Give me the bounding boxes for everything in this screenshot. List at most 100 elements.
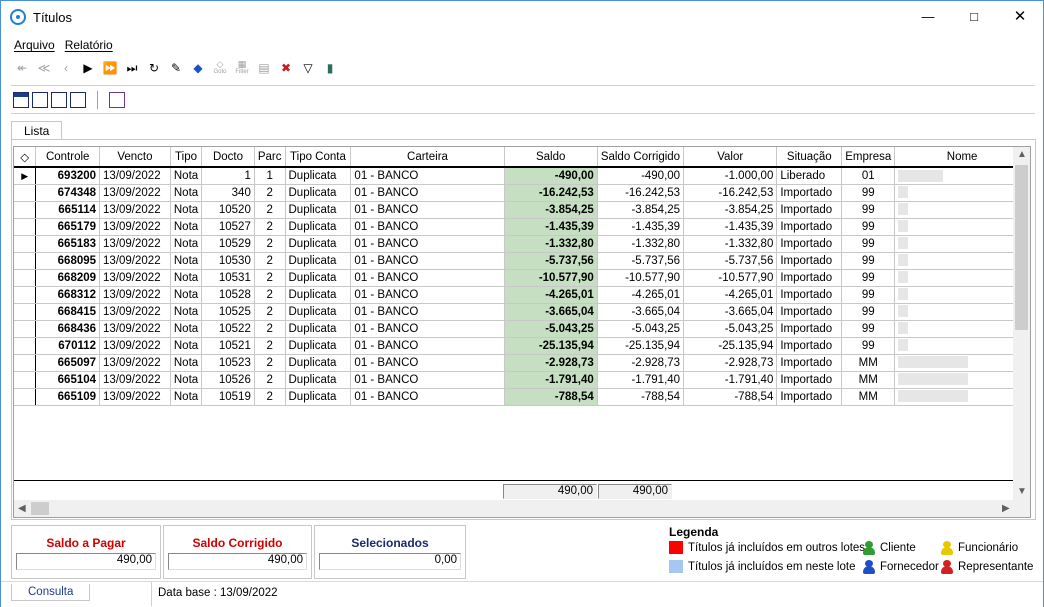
- next-record-icon[interactable]: ▶: [79, 59, 97, 77]
- select-all-icon[interactable]: [13, 92, 29, 108]
- row-indicator[interactable]: [14, 320, 37, 338]
- header-tipo[interactable]: Tipo: [170, 147, 203, 168]
- bookmark-icon[interactable]: ◆: [189, 59, 207, 77]
- row-indicator[interactable]: [14, 184, 37, 202]
- cell-tipo-conta: Duplicata: [285, 235, 352, 253]
- selecionados-panel: Selecionados 0,00: [314, 525, 466, 579]
- table-row[interactable]: 674348 13/09/2022 Nota 340 2 Duplicata 01 - BA…: [14, 184, 1030, 202]
- cell-saldo-corrigido: -4.265,01: [597, 286, 685, 304]
- minimize-button[interactable]: —: [905, 1, 951, 31]
- cell-tipo: Nota: [170, 371, 203, 389]
- copy-pages-icon[interactable]: [109, 92, 125, 108]
- scroll-left-icon[interactable]: ◀: [18, 503, 26, 514]
- edit-form-icon[interactable]: ✎: [167, 59, 185, 77]
- table-row[interactable]: ▶ 693200 13/09/2022 Nota 1 1 Duplicata 01 - BAN…: [14, 167, 1030, 185]
- scroll-right-icon[interactable]: ▶: [1002, 503, 1010, 514]
- header-carteira[interactable]: Carteira: [350, 147, 505, 168]
- row-indicator[interactable]: [14, 371, 37, 389]
- table-row[interactable]: 668436 13/09/2022 Nota 10522 2 Duplicata 01 - …: [14, 320, 1030, 338]
- check-list-icon[interactable]: [32, 92, 48, 108]
- row-indicator[interactable]: ▶: [14, 167, 37, 185]
- header-empresa[interactable]: Empresa: [841, 147, 896, 168]
- vertical-scroll-thumb[interactable]: [1015, 165, 1028, 330]
- cell-docto: 10530: [201, 252, 255, 270]
- header-parc[interactable]: Parc: [254, 147, 286, 168]
- goto-icon[interactable]: ◇ Goto: [211, 59, 229, 77]
- first-record-icon[interactable]: ↞: [13, 59, 31, 77]
- tab-lista[interactable]: Lista: [11, 121, 63, 140]
- cell-nome: [894, 388, 1030, 406]
- header-valor[interactable]: Valor: [683, 147, 778, 168]
- cell-parc: 2: [254, 303, 286, 321]
- check-selected-icon[interactable]: [51, 92, 67, 108]
- row-indicator[interactable]: [14, 337, 37, 355]
- cell-carteira: 01 - BANCO: [350, 303, 505, 321]
- table-row[interactable]: 665109 13/09/2022 Nota 10519 2 Duplicata 01 - …: [14, 388, 1030, 406]
- row-indicator[interactable]: [14, 354, 37, 372]
- header-docto[interactable]: Docto: [201, 147, 255, 168]
- row-indicator[interactable]: [14, 252, 37, 270]
- close-button[interactable]: ✕: [997, 1, 1043, 31]
- header-saldo-corrigido[interactable]: Saldo Corrigido: [597, 147, 685, 168]
- row-indicator[interactable]: [14, 286, 37, 304]
- horizontal-scroll-thumb[interactable]: [31, 502, 49, 515]
- cell-tipo: Nota: [170, 354, 203, 372]
- table-row[interactable]: 668312 13/09/2022 Nota 10528 2 Duplicata 01 - …: [14, 286, 1030, 304]
- header-indicator[interactable]: ◇: [14, 147, 37, 168]
- table-row[interactable]: 668095 13/09/2022 Nota 10530 2 Duplicata 01 - …: [14, 252, 1030, 270]
- vertical-scrollbar[interactable]: ▲ ▼: [1013, 147, 1030, 501]
- cell-saldo-corrigido: -1.435,39: [597, 218, 685, 236]
- table-row[interactable]: 665114 13/09/2022 Nota 10520 2 Duplicata 01 - …: [14, 201, 1030, 219]
- table-row[interactable]: 670112 13/09/2022 Nota 10521 2 Duplicata 01 - …: [14, 337, 1030, 355]
- row-indicator[interactable]: [14, 303, 37, 321]
- table-row[interactable]: 668415 13/09/2022 Nota 10525 2 Duplicata 01 - …: [14, 303, 1030, 321]
- titles-grid[interactable]: ◇ Controle Vencto Tipo Docto Parc Tipo C…: [13, 146, 1031, 518]
- scroll-down-icon[interactable]: ▼: [1017, 486, 1027, 497]
- last-record-icon[interactable]: ⏭: [123, 59, 141, 77]
- row-indicator[interactable]: [14, 269, 37, 287]
- table-row[interactable]: 668209 13/09/2022 Nota 10531 2 Duplicata 01 - …: [14, 269, 1030, 287]
- horizontal-scrollbar[interactable]: ◀ ▶: [14, 500, 1030, 517]
- header-nome[interactable]: Nome: [894, 147, 1030, 168]
- menu-relatorio[interactable]: Relatório: [65, 38, 113, 52]
- cell-saldo-corrigido: -3.854,25: [597, 201, 685, 219]
- row-indicator[interactable]: [14, 235, 37, 253]
- cell-nome: [894, 269, 1030, 287]
- cell-parc: 2: [254, 269, 286, 287]
- next-page-icon[interactable]: ⏩: [101, 59, 119, 77]
- row-indicator[interactable]: [14, 218, 37, 236]
- table-row[interactable]: 665183 13/09/2022 Nota 10529 2 Duplicata 01 - …: [14, 235, 1030, 253]
- header-vencto[interactable]: Vencto: [99, 147, 171, 168]
- header-saldo[interactable]: Saldo: [504, 147, 598, 168]
- cell-tipo: Nota: [170, 337, 203, 355]
- clear-selection-icon[interactable]: [70, 92, 86, 108]
- menu-arquivo[interactable]: Arquivo: [14, 38, 55, 52]
- scroll-up-icon[interactable]: ▲: [1017, 149, 1027, 160]
- prior-record-icon[interactable]: ‹: [57, 59, 75, 77]
- prior-page-icon[interactable]: ≪: [35, 59, 53, 77]
- filter-icon[interactable]: ▽: [299, 59, 317, 77]
- export-icon[interactable]: ✖: [277, 59, 295, 77]
- saldo-pagar-label: Saldo a Pagar: [46, 536, 126, 550]
- cell-situacao: Importado: [776, 218, 843, 236]
- filter-grid-icon[interactable]: ▦ Filter: [233, 59, 251, 77]
- print-preview-icon[interactable]: ▤: [255, 59, 273, 77]
- header-tipo-conta[interactable]: Tipo Conta: [285, 147, 352, 168]
- refresh-icon[interactable]: ↻: [145, 59, 163, 77]
- row-indicator[interactable]: [14, 201, 37, 219]
- exit-icon[interactable]: ▮: [321, 59, 339, 77]
- main-window: Títulos — □ ✕ Arquivo Relatório ↞ ≪ ‹ ▶ …: [0, 0, 1044, 607]
- cell-tipo: Nota: [170, 320, 203, 338]
- maximize-button[interactable]: □: [951, 1, 997, 31]
- cell-nome: [894, 184, 1030, 202]
- cell-docto: 10521: [201, 337, 255, 355]
- header-situacao[interactable]: Situação: [776, 147, 843, 168]
- status-tab-consulta[interactable]: Consulta: [11, 584, 91, 601]
- table-row[interactable]: 665104 13/09/2022 Nota 10526 2 Duplicata 01 - …: [14, 371, 1030, 389]
- cell-controle: 665097: [35, 354, 101, 372]
- cell-parc: 2: [254, 184, 286, 202]
- row-indicator[interactable]: [14, 388, 37, 406]
- table-row[interactable]: 665179 13/09/2022 Nota 10527 2 Duplicata 01 - …: [14, 218, 1030, 236]
- header-controle[interactable]: Controle: [35, 147, 101, 168]
- table-row[interactable]: 665097 13/09/2022 Nota 10523 2 Duplicata 01 - …: [14, 354, 1030, 372]
